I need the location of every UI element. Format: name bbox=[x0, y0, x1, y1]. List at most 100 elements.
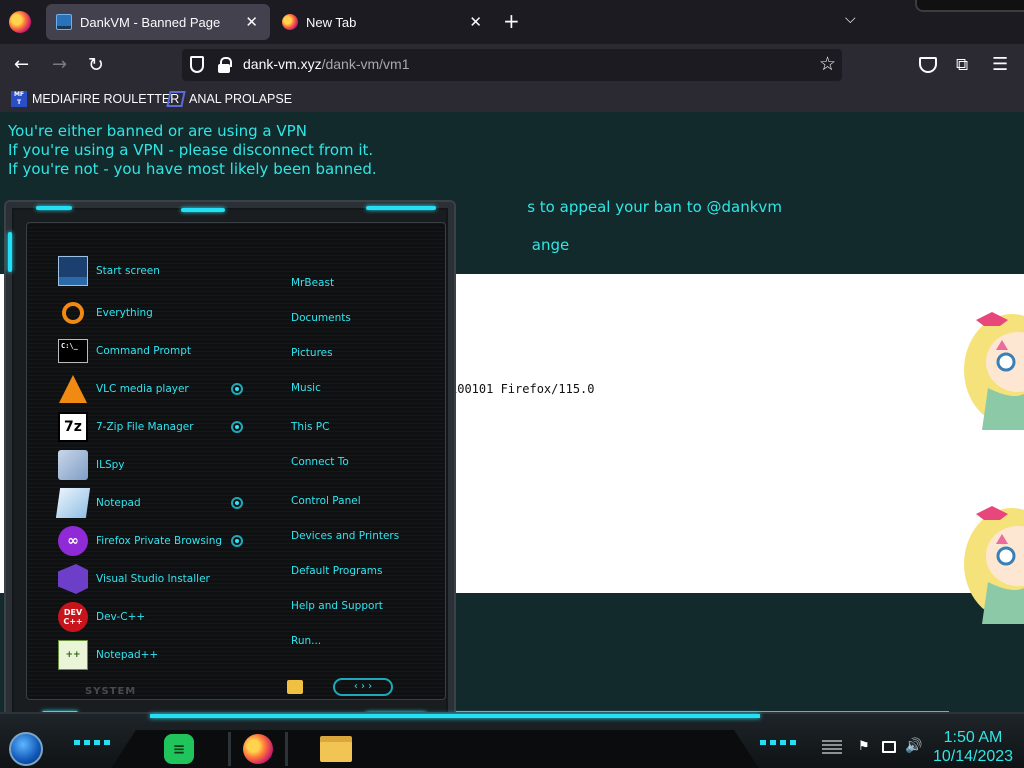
notepadpp-icon: ++ bbox=[58, 640, 88, 670]
bookmarks-toolbar: MF T MEDIAFIRE ROULETTER ANAL PROLAPSE bbox=[0, 86, 1024, 112]
private-browsing-icon: ∞ bbox=[58, 526, 88, 556]
decorative-accent bbox=[74, 740, 114, 745]
tab-new-tab[interactable]: New Tab ✕ bbox=[272, 4, 494, 40]
program-label: VLC media player bbox=[96, 383, 189, 395]
start-menu: Start screen Everything C:\_ Command Pro… bbox=[4, 200, 456, 725]
program-visual-studio-installer[interactable]: Visual Studio Installer bbox=[58, 563, 244, 595]
mediafire-icon: MF T bbox=[11, 91, 27, 107]
address-bar[interactable]: dank-vm.xyz/dank-vm/vm1 ☆ bbox=[182, 49, 842, 81]
notes-icon: ≡ bbox=[164, 734, 194, 764]
action-center-flag-icon[interactable]: ⚑ bbox=[858, 739, 870, 754]
extensions-icon[interactable]: ⧉ bbox=[956, 54, 968, 76]
system-clock[interactable]: 1:50 AM 10/14/2023 bbox=[928, 728, 1018, 766]
ban-message-line: If you're not - you have most likely bee… bbox=[8, 160, 377, 178]
magnifier-icon bbox=[58, 298, 88, 328]
program-notepadpp[interactable]: ++ Notepad++ bbox=[58, 639, 244, 671]
place-music[interactable]: Music bbox=[291, 382, 321, 394]
program-notepad[interactable]: Notepad bbox=[55, 487, 244, 519]
program-devcpp[interactable]: DEV C++ Dev-C++ bbox=[58, 601, 244, 633]
url-host: dank-vm.xyz bbox=[243, 56, 322, 72]
tab-title: DankVM - Banned Page bbox=[80, 14, 221, 30]
cartoon-character-image bbox=[962, 310, 1024, 430]
program-vlc-media-player[interactable]: VLC media player bbox=[58, 373, 244, 405]
tray-grip-icon[interactable] bbox=[822, 740, 842, 754]
program-label: Everything bbox=[96, 307, 153, 319]
program-label: 7-Zip File Manager bbox=[96, 421, 194, 433]
user-agent-text: 100101 Firefox/115.0 bbox=[450, 382, 595, 396]
back-button[interactable]: ← bbox=[14, 54, 29, 76]
bookmark-mediafire-rouletter[interactable]: MF T MEDIAFIRE ROULETTER bbox=[11, 89, 179, 109]
program-7zip[interactable]: 7z 7-Zip File Manager bbox=[58, 411, 244, 443]
volume-icon[interactable]: 🔊 bbox=[905, 738, 922, 754]
decorative-accent bbox=[36, 206, 72, 210]
program-label: Notepad bbox=[96, 497, 141, 509]
place-help-support[interactable]: Help and Support bbox=[291, 600, 383, 612]
submenu-arrow-icon[interactable] bbox=[231, 535, 243, 547]
place-mrbeast[interactable]: MrBeast bbox=[291, 277, 334, 289]
program-everything[interactable]: Everything bbox=[58, 297, 244, 329]
partial-suffix: ange bbox=[531, 236, 570, 254]
taskbar: ≡ ⚑ 🔊 1:50 AM 10/14/2023 bbox=[0, 712, 1024, 768]
lock-icon[interactable] bbox=[218, 57, 232, 73]
places-list: MrBeast Documents Pictures Music This PC… bbox=[249, 223, 447, 701]
7zip-icon: 7z bbox=[58, 412, 88, 442]
start-button[interactable] bbox=[9, 732, 43, 766]
ilspy-icon bbox=[58, 450, 88, 480]
submenu-arrow-icon[interactable] bbox=[231, 383, 243, 395]
place-control-panel[interactable]: Control Panel bbox=[291, 495, 361, 507]
traffic-cone-icon bbox=[58, 374, 88, 404]
forward-button[interactable]: → bbox=[52, 54, 67, 76]
place-documents[interactable]: Documents bbox=[291, 312, 351, 324]
close-tab-icon[interactable]: ✕ bbox=[245, 13, 258, 31]
place-this-pc[interactable]: This PC bbox=[291, 421, 329, 433]
program-start-screen[interactable]: Start screen bbox=[58, 255, 244, 287]
submenu-arrow-icon[interactable] bbox=[231, 497, 243, 509]
decorative-accent bbox=[150, 714, 760, 718]
appeal-suffix: s to appeal your ban to @dankvm bbox=[527, 198, 782, 216]
place-devices-printers[interactable]: Devices and Printers bbox=[291, 530, 399, 542]
folder-icon bbox=[320, 736, 352, 762]
cartoon-character-image bbox=[962, 504, 1024, 624]
new-tab-button[interactable]: + bbox=[503, 9, 520, 33]
power-button[interactable] bbox=[287, 680, 303, 694]
program-label: Start screen bbox=[96, 265, 160, 277]
program-list: Start screen Everything C:\_ Command Pro… bbox=[27, 223, 249, 701]
program-ilspy[interactable]: ILSpy bbox=[58, 449, 244, 481]
taskbar-app-file-explorer[interactable] bbox=[318, 732, 354, 766]
decorative-accent bbox=[8, 232, 12, 272]
bookmark-anal-prolapse[interactable]: ANAL PROLAPSE bbox=[166, 89, 293, 109]
pocket-icon[interactable] bbox=[919, 57, 937, 73]
close-tab-icon[interactable]: ✕ bbox=[469, 13, 482, 31]
place-run[interactable]: Run... bbox=[291, 635, 321, 647]
program-firefox-private[interactable]: ∞ Firefox Private Browsing bbox=[58, 525, 244, 557]
shield-icon[interactable] bbox=[190, 56, 204, 73]
program-label: Notepad++ bbox=[96, 649, 159, 661]
clock-date: 10/14/2023 bbox=[932, 748, 1014, 765]
url-text[interactable]: dank-vm.xyz/dank-vm/vm1 bbox=[243, 56, 410, 72]
bookmark-star-icon[interactable]: ☆ bbox=[819, 53, 836, 75]
place-pictures[interactable]: Pictures bbox=[291, 347, 333, 359]
program-command-prompt[interactable]: C:\_ Command Prompt bbox=[58, 335, 244, 367]
system-label: SYSTEM bbox=[85, 686, 137, 697]
bookmark-label: ANAL PROLAPSE bbox=[189, 92, 293, 106]
submenu-arrow-icon[interactable] bbox=[231, 421, 243, 433]
program-label: ILSpy bbox=[96, 459, 125, 471]
reload-button[interactable]: ↻ bbox=[88, 54, 104, 76]
decorative-accent bbox=[366, 206, 436, 210]
tab-title: New Tab bbox=[306, 14, 357, 30]
firefox-view-icon[interactable] bbox=[9, 11, 31, 33]
program-label: Dev-C++ bbox=[96, 611, 146, 623]
taskbar-app-firefox[interactable] bbox=[228, 732, 288, 766]
chevron-down-icon[interactable]: ⌵ bbox=[845, 11, 856, 27]
decorative-accent bbox=[760, 740, 800, 745]
place-default-programs[interactable]: Default Programs bbox=[291, 565, 382, 577]
firefox-icon bbox=[282, 14, 298, 30]
hamburger-menu-icon[interactable]: ☰ bbox=[992, 54, 1008, 76]
shutdown-options-button[interactable]: ‹ › › bbox=[333, 678, 393, 696]
firefox-icon bbox=[243, 734, 273, 764]
network-icon[interactable] bbox=[882, 741, 896, 753]
tab-dankvm[interactable]: DankVM - Banned Page ✕ bbox=[46, 4, 270, 40]
place-connect-to[interactable]: Connect To bbox=[291, 456, 349, 468]
taskbar-app-notes[interactable]: ≡ bbox=[161, 732, 197, 766]
taskbar-app-area bbox=[110, 730, 760, 768]
